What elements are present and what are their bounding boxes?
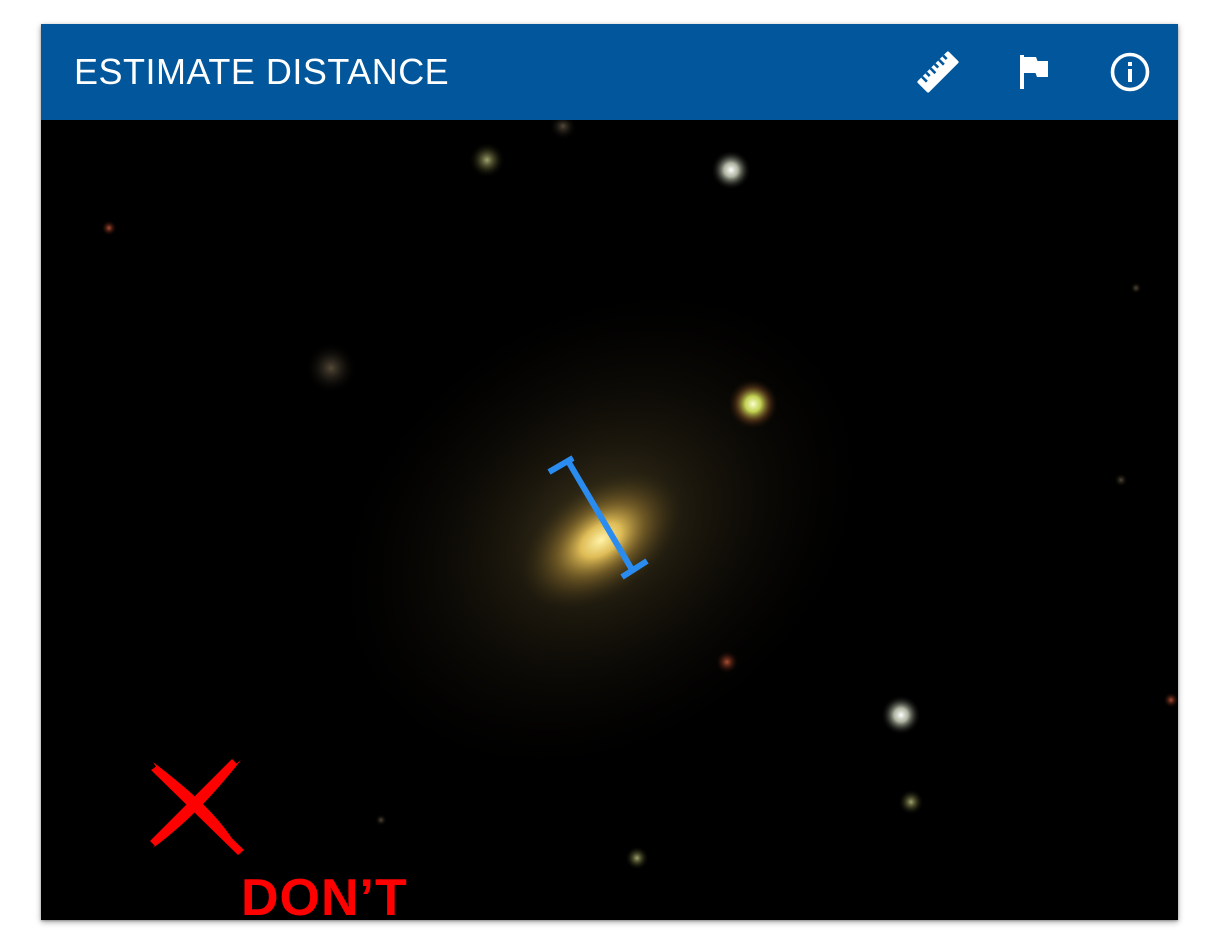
- flag-icon: [1020, 55, 1048, 89]
- galaxy-image-viewer[interactable]: DON’T: [41, 120, 1178, 920]
- dont-label: DON’T: [241, 869, 408, 920]
- info-icon: [1110, 52, 1150, 92]
- ruler-button[interactable]: [908, 42, 968, 102]
- ruler-icon: [917, 51, 959, 93]
- galaxy-image: [101, 120, 1178, 870]
- x-mark-icon: [150, 759, 244, 855]
- estimate-distance-card: ESTIMATE DISTANCE DON’T: [41, 24, 1178, 920]
- toolbar: ESTIMATE DISTANCE: [41, 24, 1178, 120]
- flag-button[interactable]: [1004, 42, 1064, 102]
- info-button[interactable]: [1100, 42, 1160, 102]
- toolbar-title: ESTIMATE DISTANCE: [74, 51, 450, 92]
- toolbar-actions: [872, 42, 1160, 102]
